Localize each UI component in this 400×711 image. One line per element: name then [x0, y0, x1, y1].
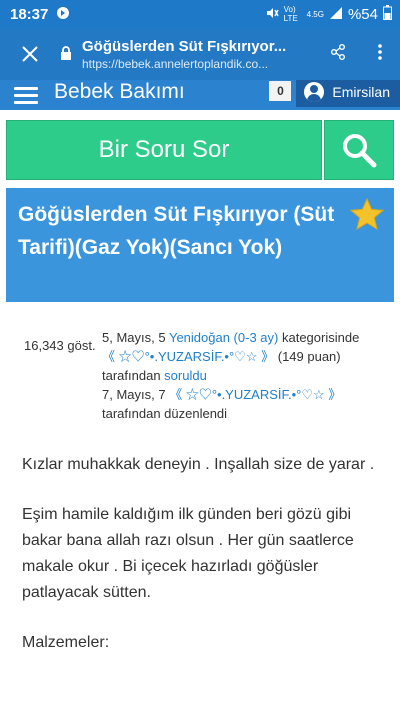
- search-icon: [343, 134, 377, 168]
- asker-link[interactable]: 《 ☆♡°•.YUZARSİF.•°♡☆ 》: [102, 349, 274, 364]
- meta-info: 5, Mayıs, 5 Yenidoğan (0-3 ay) kategoris…: [102, 328, 392, 423]
- view-count: 16,343 göst.: [24, 338, 96, 353]
- battery-level: %54: [347, 5, 378, 23]
- mute-icon: [265, 6, 279, 23]
- by-label: tarafından: [102, 368, 161, 383]
- question-header: Göğüslerden Süt Fışkırıyor (Süt Tarifi)(…: [6, 188, 394, 302]
- category-suffix: kategorisinde: [281, 330, 360, 345]
- page-url: https://bebek.annelertoplandik.co...: [82, 56, 269, 71]
- asked-link[interactable]: soruldu: [164, 368, 207, 383]
- share-button[interactable]: [316, 43, 360, 65]
- browser-toolbar: Göğüslerden Süt Fışkırıyor... https://be…: [0, 28, 400, 80]
- editor-link[interactable]: 《 ☆♡°•.YUZARSİF.•°♡☆ 》: [169, 387, 341, 402]
- body-paragraph: Malzemeler:: [22, 634, 110, 651]
- ask-bar: Bir Soru Sor: [6, 120, 394, 180]
- site-header: Bebek Bakımı 0 Emirsilan: [0, 80, 400, 110]
- ask-question-button[interactable]: Bir Soru Sor: [6, 120, 322, 180]
- menu-icon[interactable]: [14, 86, 38, 104]
- question-title: Göğüslerden Süt Fışkırıyor (Süt Tarifi)(…: [18, 203, 335, 259]
- page-title: Göğüslerden Süt Fışkırıyor...: [82, 37, 287, 55]
- asker-points: (149 puan): [277, 349, 341, 364]
- more-vertical-icon: [378, 43, 382, 60]
- favorite-star-icon[interactable]: [349, 197, 385, 235]
- edited-date: 7, Mayıs, 7: [102, 387, 166, 402]
- body-paragraph: Eşim hamile kaldığım ilk günden beri göz…: [22, 506, 354, 601]
- battery-icon: [383, 5, 392, 23]
- status-bar: 18:37 Vo) LTE 4.5G %54: [0, 0, 400, 28]
- username: Emirsilan: [332, 84, 390, 100]
- question-body: Kızlar muhakkak deneyin . Inşallah size …: [22, 452, 382, 680]
- notification-badge[interactable]: 0: [269, 81, 292, 101]
- body-paragraph: Kızlar muhakkak deneyin . Inşallah size …: [22, 456, 375, 473]
- edited-label: tarafından düzenlendi: [102, 406, 228, 421]
- user-menu-button[interactable]: Emirsilan: [296, 80, 400, 107]
- address-bar[interactable]: Göğüslerden Süt Fışkırıyor... https://be…: [60, 38, 316, 71]
- close-icon: [22, 45, 38, 62]
- asked-date: 5, Mayıs, 5: [102, 330, 166, 345]
- signal-label: 4.5G: [306, 9, 324, 19]
- more-options-button[interactable]: [360, 43, 400, 66]
- user-avatar-icon: [304, 82, 325, 102]
- share-icon: [331, 43, 345, 60]
- network-label: Vo) LTE: [283, 5, 298, 23]
- site-brand[interactable]: Bebek Bakımı: [54, 80, 185, 104]
- status-time: 18:37: [10, 5, 49, 23]
- close-tab-button[interactable]: [0, 39, 60, 70]
- search-button[interactable]: [324, 120, 394, 180]
- category-link[interactable]: Yenidoğan (0-3 ay): [169, 330, 278, 345]
- signal-icon: [329, 6, 343, 23]
- data-saver-icon: [56, 6, 70, 23]
- lock-icon: [60, 45, 72, 63]
